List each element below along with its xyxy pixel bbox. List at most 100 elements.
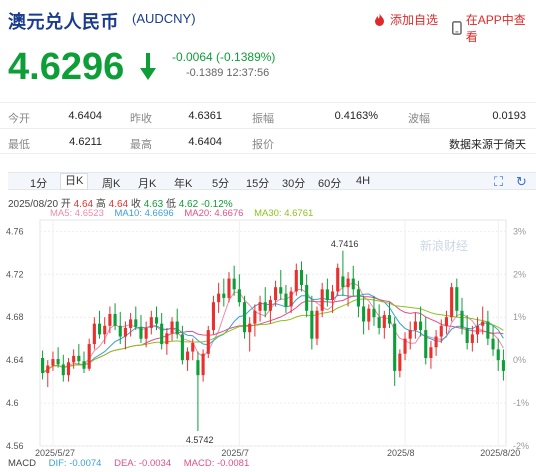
- candle-body: [496, 349, 500, 361]
- candle-body: [103, 325, 107, 335]
- tab-4h[interactable]: 4H: [356, 175, 370, 187]
- candle-body: [139, 326, 143, 339]
- x-tick-label: 2025/7: [221, 448, 249, 458]
- extreme-label: 4.5742: [186, 435, 214, 445]
- stat-value-high: 4.6404: [188, 136, 222, 148]
- candle-body: [470, 334, 474, 343]
- candle-body: [108, 314, 112, 326]
- candlestick-chart[interactable]: 新浪财经 4.76 3%4.72 2%4.68 1%4.64 0%4.6 -1%4.56-…: [0, 214, 536, 458]
- stats-row-2: 最低 4.6211 最高 4.6404 报价 数据来源于倚天: [0, 128, 536, 154]
- candle-body: [186, 351, 190, 361]
- tab-yearly-k[interactable]: 年K: [174, 175, 192, 191]
- y-tick-label: 4.56: [6, 441, 24, 451]
- update-line: -0.1389 12:37:56: [186, 67, 269, 79]
- tab-30min[interactable]: 30分: [282, 175, 305, 191]
- y-tick-label-right: 0%: [513, 355, 526, 365]
- add-watchlist-label: 添加自选: [390, 13, 439, 27]
- candle-body: [217, 293, 221, 303]
- fire-icon: [375, 12, 384, 26]
- candle-body: [434, 336, 438, 348]
- candle-body: [263, 302, 267, 311]
- x-tick-label: 2025/8: [387, 448, 415, 458]
- refresh-icon[interactable]: ↻: [516, 174, 527, 190]
- extreme-label: 4.7416: [331, 239, 359, 249]
- quote-panel: 4.6296 -0.0064 (-0.1389%) -0.1389 12:37:…: [0, 40, 536, 98]
- stat-value-prev-close: 4.6361: [188, 110, 222, 122]
- pair-code: (AUDCNY): [132, 11, 196, 26]
- stat-value-open: 4.6404: [68, 110, 102, 122]
- y-tick-label: 4.68: [6, 312, 24, 322]
- sub-change: -0.1389: [186, 67, 224, 79]
- candle-body: [330, 291, 335, 301]
- down-arrow-icon: [140, 53, 156, 80]
- candle-body: [154, 317, 159, 324]
- candle-body: [439, 325, 443, 337]
- candle-body: [279, 287, 283, 294]
- ma20-line: [42, 295, 504, 374]
- stat-value-amplitude: 0.4163%: [334, 110, 378, 122]
- candle-body: [82, 361, 86, 369]
- tab-daily-k[interactable]: 日K: [60, 173, 89, 190]
- candle-body: [242, 302, 247, 333]
- add-watchlist-button[interactable]: 添加自选: [373, 11, 438, 28]
- candle-body: [372, 308, 376, 318]
- candle-body: [367, 308, 371, 322]
- stats-row-1: 今开 4.6404 昨收 4.6361 振幅 0.4163% 波幅 0.0193: [0, 102, 536, 128]
- candle-body: [253, 310, 257, 324]
- candle-body: [134, 319, 138, 327]
- change-percent: (-0.1389%): [216, 50, 276, 64]
- ma5-line: [42, 282, 504, 374]
- macd-dea: DEA: -0.0034: [114, 458, 172, 469]
- candle-body: [356, 289, 360, 307]
- update-time: 12:37:56: [226, 67, 270, 79]
- candle-body: [387, 315, 392, 324]
- candle-body: [481, 321, 485, 326]
- candle-body: [419, 321, 423, 331]
- tab-1min[interactable]: 1分: [30, 175, 47, 191]
- candle-body: [232, 278, 236, 290]
- candle-body: [170, 321, 174, 334]
- candle-body: [289, 291, 293, 307]
- y-tick-label: 4.6: [6, 398, 19, 408]
- candle-body: [413, 321, 417, 331]
- candle-body: [237, 289, 241, 303]
- candle-body: [248, 323, 252, 333]
- candle-body: [258, 302, 262, 311]
- candle-body: [429, 347, 433, 358]
- candle-body: [191, 342, 195, 352]
- tab-5min[interactable]: 5分: [212, 175, 229, 191]
- y-tick-label-right: 2%: [513, 269, 526, 279]
- candle-body: [294, 270, 298, 292]
- candle-body: [180, 334, 184, 361]
- tab-monthly-k[interactable]: 月K: [138, 175, 156, 191]
- candle-body: [160, 323, 164, 345]
- candle-body: [362, 306, 366, 322]
- macd-title: MACD: [8, 458, 36, 469]
- stat-label-prev-close: 昨收: [130, 113, 152, 125]
- candle-body: [346, 278, 350, 288]
- tab-60min[interactable]: 60分: [318, 175, 341, 191]
- tab-15min[interactable]: 15分: [246, 175, 269, 191]
- header: 澳元兑人民币 (AUDCNY) 添加自选 在APP中查看: [0, 0, 536, 44]
- candle-body: [66, 362, 71, 376]
- candle-body: [113, 314, 117, 326]
- pair-title: 澳元兑人民币: [8, 12, 119, 32]
- candle-body: [97, 323, 102, 335]
- current-price: 4.6296: [8, 46, 125, 88]
- fullscreen-icon[interactable]: ⛶: [494, 174, 503, 190]
- price-change: -0.0064 (-0.1389%): [172, 50, 275, 64]
- candle-body: [305, 285, 309, 311]
- candle-body: [299, 270, 304, 286]
- candle-body: [268, 300, 272, 311]
- candle-body: [87, 344, 91, 369]
- tab-weekly-k[interactable]: 周K: [102, 175, 120, 191]
- candle-body: [149, 317, 153, 328]
- y-tick-label: 4.76: [6, 226, 24, 236]
- candle-body: [206, 330, 210, 354]
- candle-body: [175, 321, 179, 335]
- stat-label-low: 最低: [8, 139, 30, 151]
- x-tick-label: 2025/8/20: [480, 448, 520, 458]
- stat-label-quote: 报价: [252, 139, 274, 151]
- candle-body: [222, 293, 226, 298]
- candle-body: [341, 276, 345, 288]
